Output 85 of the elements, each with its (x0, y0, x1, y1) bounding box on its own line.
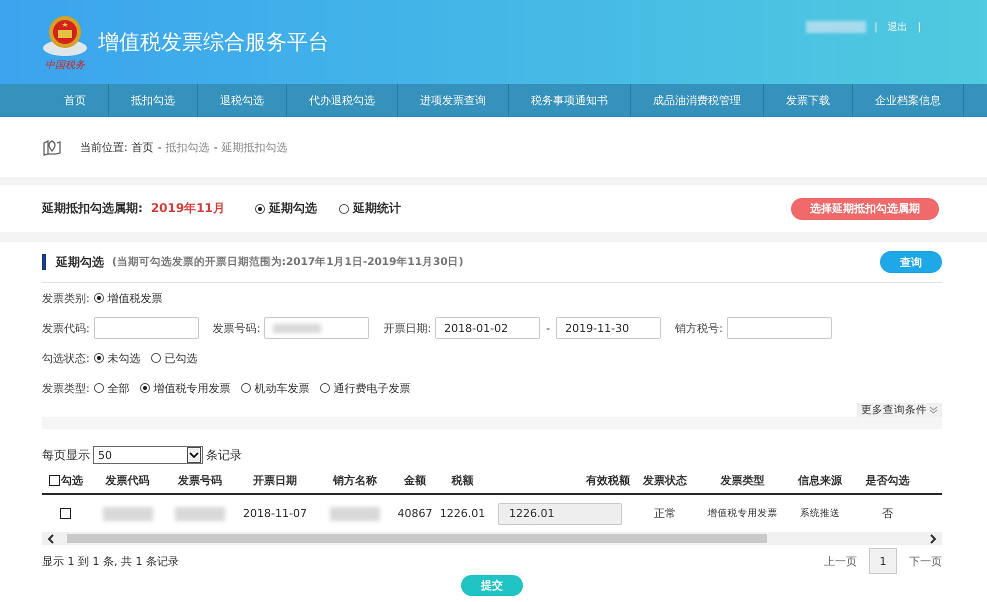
breadcrumb-link[interactable]: 抵扣勾选 (166, 140, 210, 154)
column-header: 发票号码 (178, 472, 222, 488)
nav-tab[interactable]: 发票下载 (764, 84, 853, 117)
column-header: 是否勾选 (866, 472, 910, 488)
breadcrumb-separator: - (214, 140, 218, 154)
table-cell: 否 (882, 506, 893, 521)
field-label: 发票类型: (42, 380, 90, 396)
breadcrumb-link[interactable]: 延期抵扣勾选 (222, 140, 288, 154)
field-label: 销方税号: (675, 320, 723, 336)
nav-tab[interactable]: 首页 (42, 84, 109, 117)
platform-title: 增值税发票综合服务平台 (98, 30, 329, 56)
table-cell: 1226.01 (440, 507, 486, 520)
section-title: 延期勾选 (56, 254, 104, 270)
date-range-note: (当期可勾选发票的开票日期范围为:2017年1月1日-2019年11月30日) (112, 255, 464, 269)
pipe-separator-text: | (874, 22, 878, 32)
invoice-code-field[interactable] (94, 317, 199, 339)
tax-amount-field[interactable]: 1226.01 (498, 502, 622, 524)
record-summary: 显示 1 到 1 条, 共 1 条记录 (42, 554, 179, 568)
blurred-text (102, 506, 152, 520)
period-value: 2019年11月 (150, 200, 225, 217)
nav-tab[interactable]: 税务事项通知书 (509, 84, 631, 117)
map-pin-icon (42, 138, 62, 156)
radio-option[interactable]: 已勾选 (150, 350, 198, 366)
nav-tab[interactable]: 进项发票查询 (398, 84, 509, 117)
radio-option[interactable]: 增值税专用发票 (140, 380, 231, 396)
date-from-field[interactable]: 2018-01-02 (435, 317, 540, 339)
breadcrumb-label: 当前位置: (80, 140, 128, 154)
seller-tax-id-field[interactable] (726, 317, 832, 339)
radio-option[interactable]: 延期勾选 (254, 200, 317, 217)
column-header: 发票状态 (643, 472, 687, 488)
column-header: 信息来源 (798, 472, 842, 488)
invoice-number-field[interactable] (264, 317, 370, 339)
nav-tab[interactable]: 成品油消费税管理 (631, 84, 764, 117)
radio-option[interactable]: 增值税发票 (94, 290, 163, 306)
select-all-checkbox[interactable] (49, 474, 60, 486)
radio-option[interactable]: 机动车发票 (240, 380, 310, 396)
period-label: 延期抵扣勾选属期: (42, 200, 143, 217)
field-label: 发票代码: (42, 320, 90, 336)
field-label: 开票日期: (383, 320, 432, 336)
column-header: 有效税额 (586, 472, 630, 488)
page-number-button[interactable]: 1 (869, 548, 897, 574)
table-cell: 系统推送 (800, 507, 840, 520)
column-header: 发票类型 (720, 472, 764, 488)
breadcrumb-separator: - (158, 140, 162, 154)
column-header: 税额 (452, 472, 474, 488)
nav-tab[interactable]: 抵扣勾选 (109, 84, 198, 117)
logo-text: 中国税务 (45, 58, 85, 72)
field-label: 发票类别: (42, 290, 90, 306)
nav-tab[interactable]: 退税勾选 (198, 84, 287, 117)
prev-page-link[interactable]: 上一页 (824, 554, 857, 568)
radio-option[interactable]: 未勾选 (94, 350, 141, 366)
column-header: 开票日期 (253, 472, 297, 488)
date-separator: - (546, 322, 550, 334)
more-filters-toggle[interactable]: 更多查询条件 (857, 403, 942, 417)
table-cell: 增值税专用发票 (708, 507, 778, 520)
field-label: 发票号码: (212, 320, 260, 336)
column-header: 勾选 (61, 472, 83, 488)
column-header: 销方名称 (333, 472, 377, 488)
nav-tab[interactable]: 企业档案信息 (853, 84, 964, 117)
blurred-username (806, 21, 866, 33)
field-label: 勾选状态: (42, 350, 90, 366)
row-checkbox[interactable] (60, 508, 71, 519)
table-cell: 40867 (398, 507, 432, 520)
next-page-link[interactable]: 下一页 (909, 554, 942, 568)
pipe-separator-text: | (918, 22, 921, 32)
nav-tab[interactable]: 代办退税勾选 (287, 84, 398, 117)
select-period-button[interactable]: 选择延期抵扣勾选属期 (791, 198, 939, 220)
breadcrumb-link[interactable]: 首页 (132, 140, 154, 154)
radio-option[interactable]: 全部 (94, 380, 130, 396)
radio-option[interactable]: 通行费电子发票 (320, 380, 411, 396)
table-cell: 正常 (654, 506, 676, 521)
scroll-right-icon[interactable] (928, 534, 938, 544)
horizontal-scrollbar[interactable] (42, 532, 942, 545)
page-size-suffix: 条记录 (206, 446, 242, 464)
column-header: 金额 (404, 472, 426, 488)
table-cell: 2018-11-07 (243, 507, 307, 520)
date-to-field[interactable]: 2019-11-30 (556, 317, 662, 339)
blurred-text (330, 506, 380, 520)
radio-option[interactable]: 延期统计 (338, 200, 401, 217)
page-size-label: 每页显示 (42, 446, 90, 464)
page-size-select[interactable]: 50 (93, 446, 203, 464)
blurred-text (175, 506, 225, 520)
double-chevron-icon (929, 406, 938, 414)
scroll-left-icon[interactable] (46, 534, 56, 544)
column-header: 发票代码 (106, 472, 150, 488)
